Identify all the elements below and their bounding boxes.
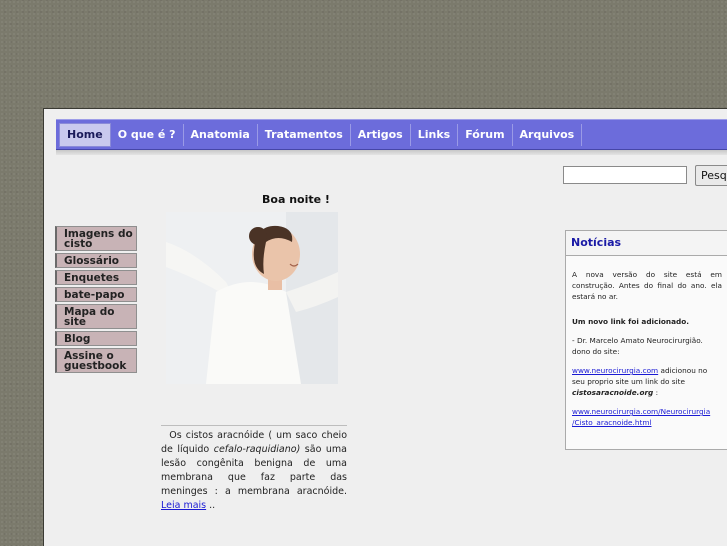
nav-o-que-e[interactable]: O que é ? bbox=[111, 123, 184, 146]
news-paragraph-1: A nova versão do site está em construção… bbox=[572, 270, 722, 301]
nav-divider bbox=[56, 150, 727, 155]
side-item-blog[interactable]: Blog bbox=[55, 331, 137, 346]
nav-links[interactable]: Links bbox=[411, 123, 459, 146]
search-button[interactable]: Pesquisar bbox=[695, 165, 727, 186]
page-container: Home O que é ? Anatomia Tratamentos Arti… bbox=[43, 108, 727, 546]
news-title: Notícias bbox=[566, 231, 727, 256]
news-paragraph-3: - Dr. Marcelo Amato Neurocirurgião. dono… bbox=[572, 336, 703, 356]
intro-article: Os cistos aracnóide ( um saco cheio de l… bbox=[161, 425, 347, 513]
side-item-glossario[interactable]: Glossário bbox=[55, 253, 137, 268]
search-input[interactable] bbox=[563, 166, 687, 184]
nav-forum[interactable]: Fórum bbox=[458, 123, 513, 146]
news-link-cisto-aracnoide[interactable]: www.neurocirurgia.com/Neurocirurgia /Cis… bbox=[572, 407, 710, 427]
read-more-link[interactable]: Leia mais bbox=[161, 500, 206, 511]
article-text-italic: cefalo-raquidiano) bbox=[213, 444, 301, 455]
side-item-enquetes[interactable]: Enquetes bbox=[55, 270, 137, 285]
article-tail: .. bbox=[206, 500, 216, 511]
side-item-mapa-do-site[interactable]: Mapa do site bbox=[55, 304, 137, 329]
news-box: Notícias A nova versão do site está em c… bbox=[565, 230, 727, 450]
news-link-neurocirurgia[interactable]: www.neurocirurgia.com bbox=[572, 366, 658, 375]
girl-illustration bbox=[166, 212, 338, 384]
news-paragraph-4: www.neurocirurgia.com adicionou no seu p… bbox=[572, 365, 722, 398]
side-menu: Imagens do cisto Glossário Enquetes bate… bbox=[55, 226, 137, 375]
top-navigation: Home O que é ? Anatomia Tratamentos Arti… bbox=[56, 119, 727, 150]
girl-photo bbox=[166, 212, 338, 384]
side-item-bate-papo[interactable]: bate-papo bbox=[55, 287, 137, 302]
side-item-imagens-do-cisto[interactable]: Imagens do cisto bbox=[55, 226, 137, 251]
news-paragraph-2: Um novo link foi adicionado. bbox=[572, 317, 690, 326]
greeting-text: Boa noite ! bbox=[262, 193, 330, 206]
nav-artigos[interactable]: Artigos bbox=[351, 123, 411, 146]
nav-tratamentos[interactable]: Tratamentos bbox=[258, 123, 351, 146]
nav-home[interactable]: Home bbox=[59, 122, 111, 147]
nav-anatomia[interactable]: Anatomia bbox=[184, 123, 258, 146]
news-colon: : bbox=[653, 388, 659, 397]
news-body: A nova versão do site está em construção… bbox=[566, 256, 727, 428]
nav-arquivos[interactable]: Arquivos bbox=[513, 123, 583, 146]
side-item-guestbook[interactable]: Assine o guestbook bbox=[55, 348, 137, 373]
news-site-name: cistosaracnoide.org bbox=[572, 388, 654, 397]
